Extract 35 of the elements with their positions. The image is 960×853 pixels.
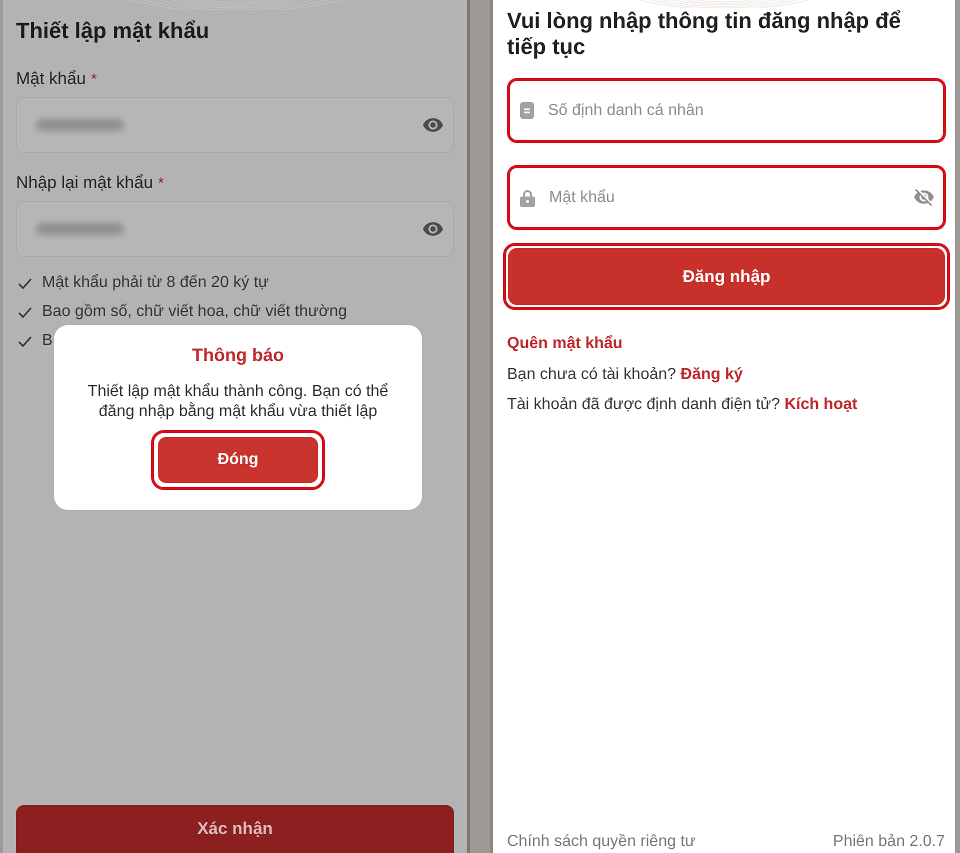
close-button[interactable]: Đóng bbox=[158, 437, 318, 483]
lock-icon bbox=[520, 188, 535, 206]
required-asterisk: * bbox=[90, 70, 97, 90]
check-icon bbox=[18, 336, 32, 346]
id-number-field[interactable]: Số định danh cá nhân bbox=[507, 78, 946, 143]
prompt-link[interactable]: Đăng ký bbox=[680, 366, 743, 383]
eye-slash-icon[interactable] bbox=[914, 189, 934, 206]
screen-title: Vui lòng nhập thông tin đăng nhập để tiếp tục bbox=[507, 8, 902, 60]
password-rule: B bbox=[42, 331, 53, 351]
field-label: Nhập lại mật khẩu bbox=[16, 173, 154, 193]
eye-icon[interactable] bbox=[423, 118, 443, 132]
screen-title: Thiết lập mật khẩu bbox=[16, 17, 210, 45]
dialog-message: Thiết lập mật khẩu thành công. Bạn có thể đăng nhập bằng mật khẩu vừa thiết lập bbox=[86, 382, 390, 422]
password-field[interactable] bbox=[16, 97, 454, 153]
password-field[interactable] bbox=[16, 201, 454, 257]
version-label: Phiên bản 2.0.7 bbox=[832, 832, 945, 852]
check-icon bbox=[18, 306, 32, 318]
id-card-icon bbox=[520, 102, 534, 119]
field-label: Mật khẩu bbox=[16, 69, 86, 89]
account-prompt: Bạn chưa có tài khoản? Đăng ký bbox=[507, 365, 744, 385]
password-rule: Mật khẩu phải từ 8 đến 20 ký tự bbox=[42, 273, 269, 293]
dialog-title: Thông báo bbox=[192, 344, 284, 366]
check-icon bbox=[18, 278, 32, 288]
forgot-password-link[interactable]: Quên mật khẩu bbox=[507, 334, 623, 354]
password-input[interactable]: Mật khẩu bbox=[549, 186, 900, 208]
confirm-button[interactable]: Xác nhận bbox=[16, 805, 454, 853]
password-field[interactable]: Mật khẩu bbox=[507, 165, 946, 230]
privacy-policy-link[interactable]: Chính sách quyền riêng tư bbox=[507, 832, 696, 852]
password-rule: Bao gồm số, chữ viết hoa, chữ viết thường bbox=[42, 302, 347, 322]
eye-icon[interactable] bbox=[423, 222, 443, 236]
id-number-input[interactable]: Số định danh cá nhân bbox=[548, 100, 934, 122]
account-prompt: Tài khoản đã được định danh điện tử? Kích hoạt bbox=[507, 395, 858, 415]
login-button[interactable]: Đăng nhập bbox=[508, 248, 945, 305]
required-asterisk: * bbox=[158, 174, 164, 194]
prompt-link[interactable]: Kích hoạt bbox=[784, 396, 858, 413]
